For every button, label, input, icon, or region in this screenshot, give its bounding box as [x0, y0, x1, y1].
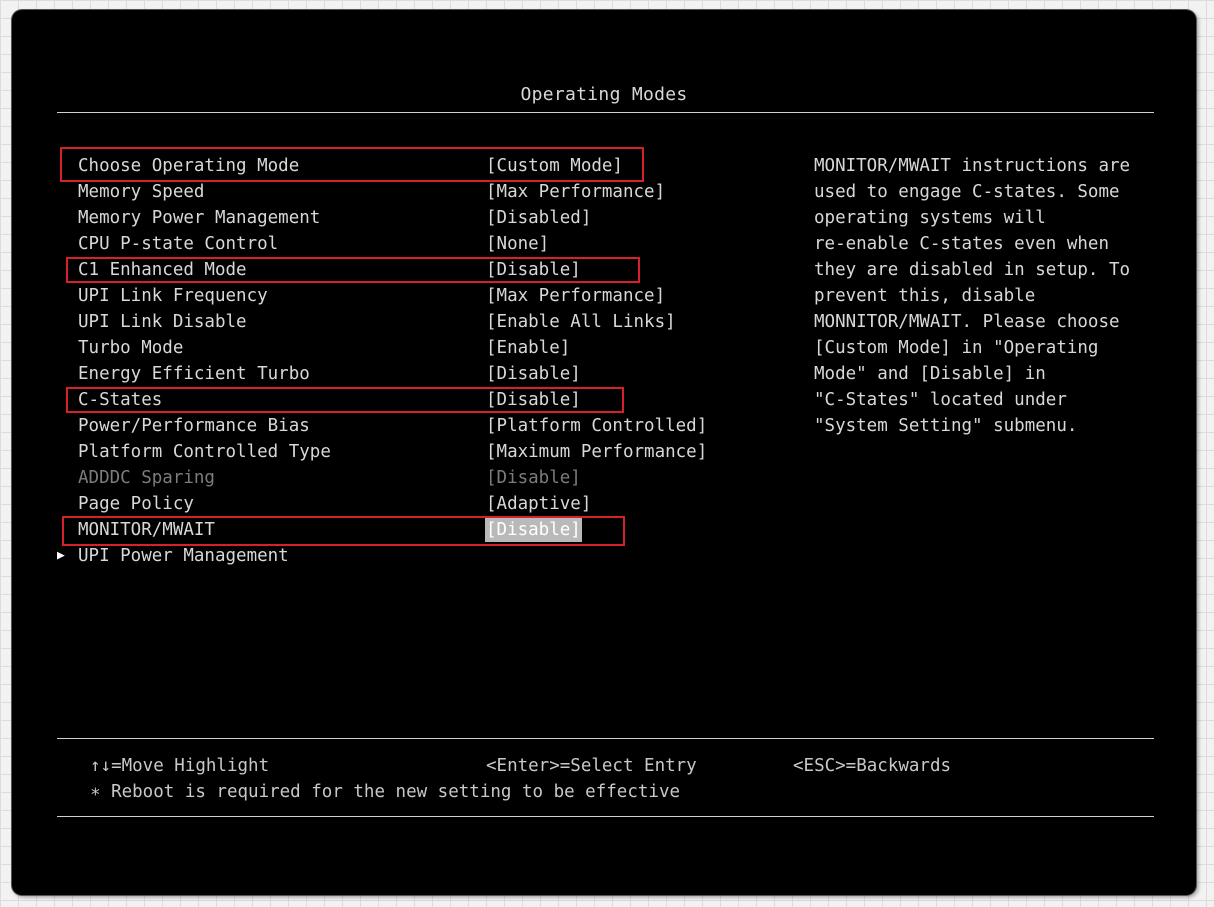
setting-label: Choose Operating Mode — [78, 156, 300, 176]
setting-value[interactable]: [Max Performance] — [486, 179, 665, 205]
submenu-label: UPI Power Management — [78, 546, 289, 566]
setting-value[interactable]: [Disable] — [486, 361, 581, 387]
help-line: MONITOR/MWAIT instructions are — [814, 156, 1131, 176]
setting-choose-operating-mode[interactable]: Choose Operating Mode [Custom Mode] — [12, 153, 792, 179]
setting-value[interactable]: [Custom Mode] — [486, 153, 623, 179]
help-line: "System Setting" submenu. — [814, 416, 1078, 436]
bios-screen: Operating Modes Choose Operating Mode [C… — [12, 10, 1196, 895]
footer-move-highlight: ↑↓=Move Highlight — [90, 756, 270, 776]
setting-label: Page Policy — [78, 494, 194, 514]
setting-value[interactable]: [Max Performance] — [486, 283, 665, 309]
setting-label: CPU P-state Control — [78, 234, 279, 254]
setting-adddc-sparing: ADDDC Sparing [Disable] — [12, 465, 792, 491]
setting-value[interactable]: [Disabled] — [486, 205, 591, 231]
setting-cpu-p-state-control[interactable]: CPU P-state Control [None] — [12, 231, 792, 257]
footer-top-divider — [57, 738, 1154, 739]
setting-turbo-mode[interactable]: Turbo Mode [Enable] — [12, 335, 792, 361]
setting-label: Energy Efficient Turbo — [78, 364, 310, 384]
setting-label: C-States — [78, 390, 163, 410]
setting-c1-enhanced-mode[interactable]: C1 Enhanced Mode [Disable] — [12, 257, 792, 283]
setting-label: Memory Speed — [78, 182, 205, 202]
footer-reboot-note: ∗ Reboot is required for the new setting… — [90, 782, 681, 802]
help-line: used to engage C-states. Some — [814, 182, 1120, 202]
setting-platform-controlled-type[interactable]: Platform Controlled Type [Maximum Perfor… — [12, 439, 792, 465]
setting-label: Platform Controlled Type — [78, 442, 331, 462]
help-line: they are disabled in setup. To — [814, 260, 1131, 280]
setting-label: UPI Link Frequency — [78, 286, 268, 306]
setting-c-states[interactable]: C-States [Disable] — [12, 387, 792, 413]
setting-page-policy[interactable]: Page Policy [Adaptive] — [12, 491, 792, 517]
setting-label: Turbo Mode — [78, 338, 184, 358]
setting-upi-link-disable[interactable]: UPI Link Disable [Enable All Links] — [12, 309, 792, 335]
help-line: [Custom Mode] in "Operating — [814, 338, 1099, 358]
page-title: Operating Modes — [520, 84, 688, 105]
setting-monitor-mwait[interactable]: MONITOR/MWAIT [Disable] — [12, 517, 792, 543]
setting-power-performance-bias[interactable]: Power/Performance Bias [Platform Control… — [12, 413, 792, 439]
help-line: prevent this, disable — [814, 286, 1036, 306]
setting-memory-speed[interactable]: Memory Speed [Max Performance] — [12, 179, 792, 205]
setting-value[interactable]: [Adaptive] — [486, 491, 591, 517]
help-line: "C-States" located under — [814, 390, 1067, 410]
setting-label: Power/Performance Bias — [78, 416, 310, 436]
submenu-upi-power-management[interactable]: ▶ UPI Power Management — [12, 543, 792, 569]
setting-memory-power-management[interactable]: Memory Power Management [Disabled] — [12, 205, 792, 231]
setting-value-selected[interactable]: [Disable] — [485, 518, 582, 542]
setting-label: C1 Enhanced Mode — [78, 260, 247, 280]
setting-energy-efficient-turbo[interactable]: Energy Efficient Turbo [Disable] — [12, 361, 792, 387]
setting-value[interactable]: [Maximum Performance] — [486, 439, 707, 465]
setting-value[interactable]: [Platform Controlled] — [486, 413, 707, 439]
submenu-arrow-icon: ▶ — [57, 548, 65, 563]
header-divider — [57, 112, 1154, 113]
help-line: operating systems will — [814, 208, 1046, 228]
setting-value[interactable]: [None] — [486, 231, 549, 257]
setting-label: ADDDC Sparing — [78, 468, 215, 488]
setting-value[interactable]: [Enable] — [486, 335, 570, 361]
setting-label: Memory Power Management — [78, 208, 321, 228]
setting-label: MONITOR/MWAIT — [78, 520, 215, 540]
footer-bottom-divider — [57, 816, 1154, 817]
help-panel: MONITOR/MWAIT instructions are used to e… — [814, 153, 1159, 439]
footer-backwards: <ESC>=Backwards — [793, 756, 952, 776]
setting-value[interactable]: [Enable All Links] — [486, 309, 676, 335]
footer-select-entry: <Enter>=Select Entry — [486, 756, 697, 776]
setting-value[interactable]: [Disable] — [486, 387, 581, 413]
help-line: MONNITOR/MWAIT. Please choose — [814, 312, 1120, 332]
help-line: Mode" and [Disable] in — [814, 364, 1046, 384]
setting-value[interactable]: [Disable] — [486, 257, 581, 283]
setting-label: UPI Link Disable — [78, 312, 247, 332]
setting-upi-link-frequency[interactable]: UPI Link Frequency [Max Performance] — [12, 283, 792, 309]
setting-value: [Disable] — [486, 468, 581, 488]
help-line: re-enable C-states even when — [814, 234, 1110, 254]
